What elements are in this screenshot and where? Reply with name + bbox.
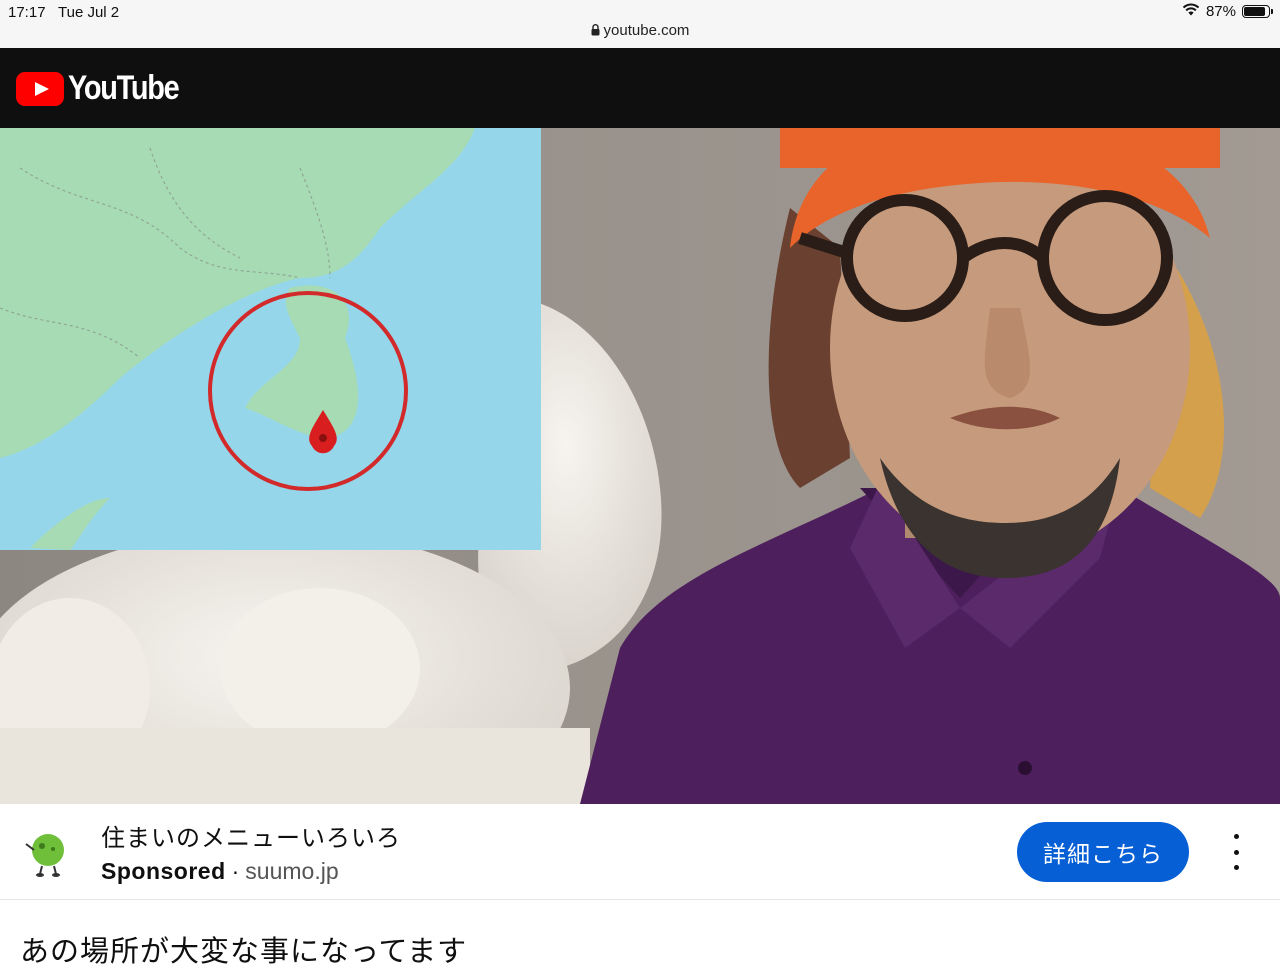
- ad-title[interactable]: 住まいのメニューいろいろ: [101, 818, 401, 853]
- video-frame: [0, 128, 1280, 804]
- suumo-mascot-icon: [25, 834, 64, 877]
- battery-icon: [1242, 5, 1273, 18]
- status-bar: 17:17 Tue Jul 2 youtube.com 87%: [0, 0, 1280, 48]
- battery-percent: 87%: [1205, 3, 1236, 20]
- youtube-header: YouTube: [0, 48, 1280, 128]
- meta-separator: ·: [231, 858, 240, 884]
- advertiser-logo[interactable]: [16, 820, 80, 884]
- wifi-icon: [1182, 3, 1200, 20]
- map-overlay: [0, 128, 541, 550]
- youtube-logo[interactable]: YouTube: [16, 69, 198, 108]
- logo-wordmark: YouTube: [68, 69, 180, 107]
- video-player[interactable]: [0, 128, 1280, 804]
- address-bar[interactable]: youtube.com: [0, 22, 1280, 40]
- status-indicators: 87%: [1182, 3, 1273, 20]
- ad-domain[interactable]: suumo.jp: [245, 858, 338, 884]
- status-time: 17:17: [8, 4, 46, 21]
- more-vert-icon[interactable]: [1224, 834, 1248, 870]
- url-text: youtube.com: [603, 22, 690, 39]
- sponsored-label: Sponsored: [101, 858, 226, 884]
- ad-banner[interactable]: 住まいのメニューいろいろ Sponsored · suumo.jp 詳細こちら: [0, 804, 1280, 900]
- status-date: Tue Jul 2: [58, 4, 120, 21]
- ad-meta: Sponsored · suumo.jp: [101, 858, 339, 885]
- ad-cta-button[interactable]: 詳細こちら: [1017, 822, 1189, 882]
- lock-icon: [591, 23, 600, 40]
- play-logo-icon: [16, 71, 64, 106]
- video-title[interactable]: あの場所が大変な事になってます: [20, 928, 467, 970]
